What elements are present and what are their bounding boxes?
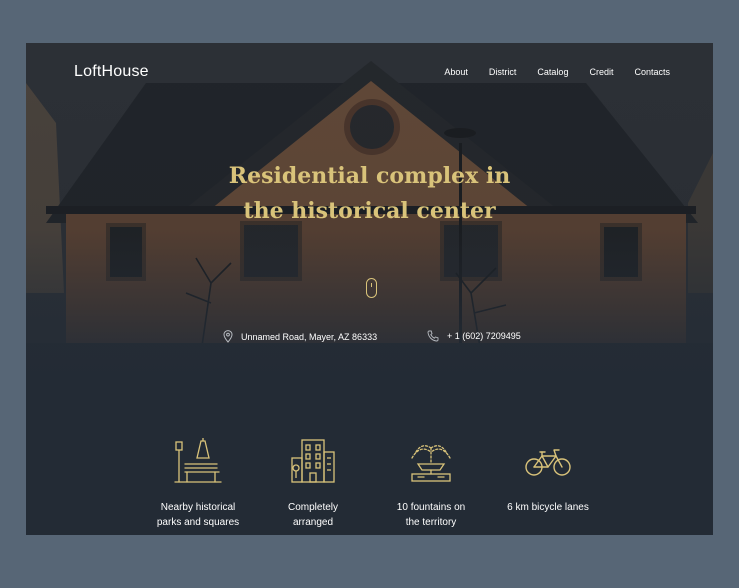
phone-text[interactable]: + 1 (602) 7209495 [447, 331, 521, 341]
hero-title-line-2: the historical center [243, 198, 496, 224]
feature-arranged-label: Completely arranged [287, 502, 339, 528]
address-text: Unnamed Road, Mayer, AZ 86333 [241, 331, 378, 342]
nav-credit[interactable]: Credit [589, 67, 613, 77]
hero-section: LoftHouse About District Catalog Credit … [26, 43, 713, 383]
building-icon [291, 439, 335, 483]
nav-about[interactable]: About [444, 67, 468, 77]
feature-bicycle-label: 6 km bicycle lanes [507, 502, 589, 513]
hero-title-line-1: Residential complex in [228, 163, 511, 189]
nav-catalog[interactable]: Catalog [537, 67, 568, 77]
park-bench-icon [174, 438, 222, 483]
nav-district[interactable]: District [489, 67, 517, 77]
fountain-icon [411, 445, 451, 482]
hero-title: Residential complex in the historical ce… [26, 159, 713, 229]
main-nav: About District Catalog Credit Contacts [444, 67, 670, 77]
phone-icon [427, 330, 439, 342]
address-block: Unnamed Road, Mayer, AZ 86333 [223, 330, 377, 343]
nav-contacts[interactable]: Contacts [634, 67, 670, 77]
phone-block: + 1 (602) 7209495 [427, 330, 521, 342]
feature-parks-label: Nearby historical parks and squares [156, 502, 240, 528]
brand-logo[interactable]: LoftHouse [74, 63, 149, 81]
landing-page: LoftHouse About District Catalog Credit … [26, 43, 713, 535]
features-section: Nearby historical parks and squares Comp… [26, 383, 713, 535]
location-pin-icon [223, 330, 233, 343]
feature-fountains-label: 10 fountains on the territory [396, 502, 466, 528]
bicycle-icon [525, 449, 571, 476]
scroll-mouse-icon[interactable] [366, 278, 377, 298]
